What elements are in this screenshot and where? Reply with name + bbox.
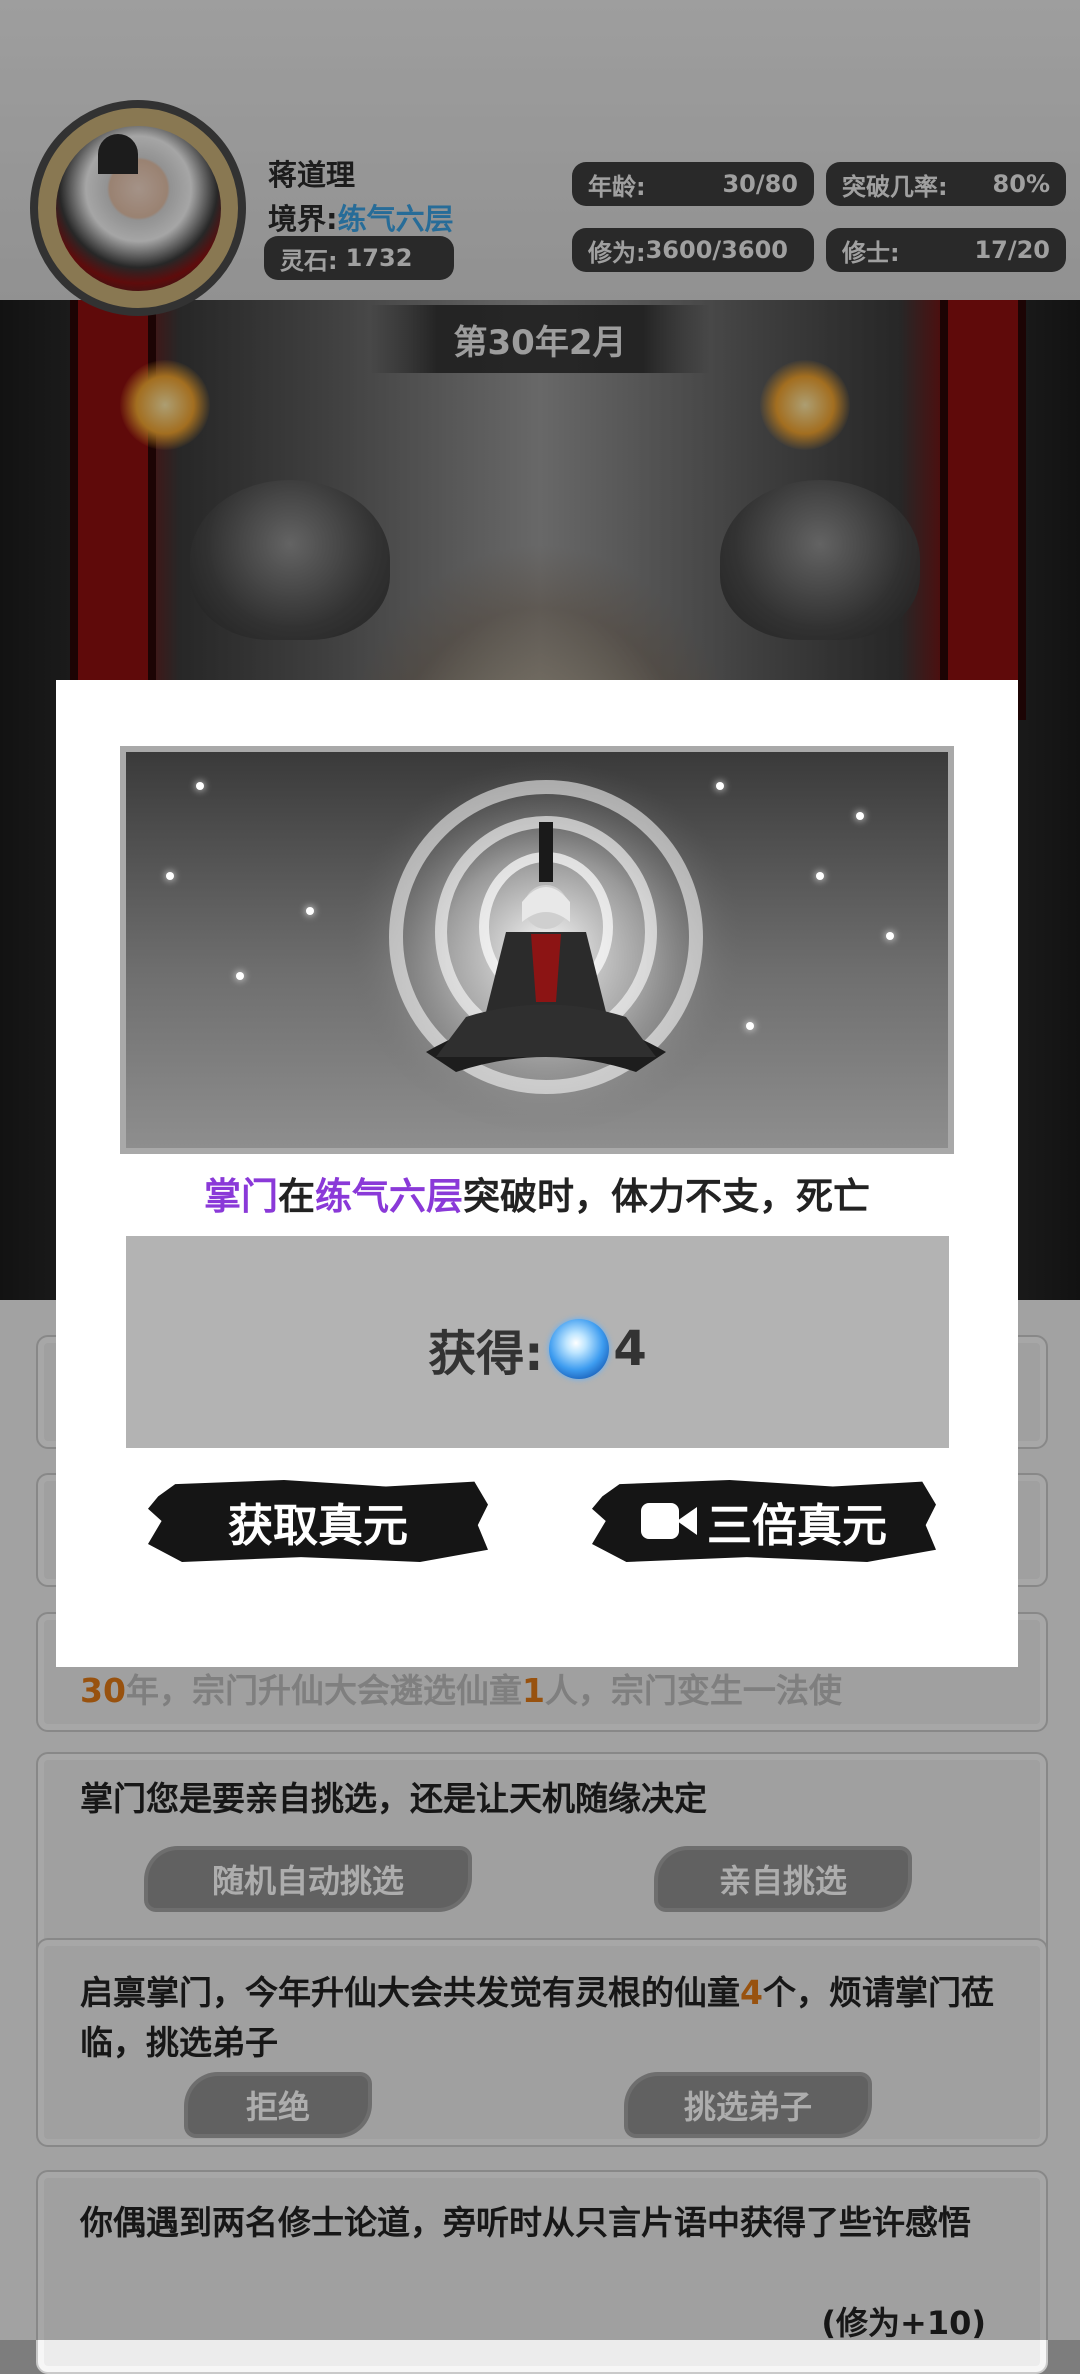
get-true-essence-button[interactable]: 获取真元	[148, 1480, 488, 1562]
event-outcome: 突破时，体力不支，死亡	[463, 1175, 870, 1218]
triple-true-essence-label: 三倍真元	[706, 1498, 887, 1552]
event-realm: 练气六层	[315, 1175, 463, 1218]
sparkle	[816, 872, 824, 880]
sparkle	[856, 812, 864, 820]
spirit-orb-icon	[549, 1319, 610, 1379]
sparkle	[196, 782, 204, 790]
spirit-vortex	[346, 752, 746, 1132]
sparkle	[886, 932, 894, 940]
sparkle	[746, 1022, 754, 1030]
sparkle	[716, 782, 724, 790]
reward-value: 4	[613, 1321, 647, 1377]
video-camera-icon	[640, 1501, 697, 1541]
triple-true-essence-button[interactable]: 三倍真元	[592, 1480, 936, 1562]
sparkle	[306, 907, 314, 915]
meditation-illustration	[120, 746, 954, 1154]
breakthrough-result-modal: 掌门在练气六层突破时，体力不支，死亡 获得: 4 获取真元 三倍真元	[56, 680, 1018, 1667]
sparkle	[236, 972, 244, 980]
reward-label: 获得:	[428, 1326, 544, 1382]
get-true-essence-label: 获取真元	[227, 1498, 408, 1552]
event-subject: 掌门	[204, 1175, 278, 1218]
reward-panel: 获得: 4	[126, 1236, 949, 1448]
sparkle	[166, 872, 174, 880]
event-message: 掌门在练气六层突破时，体力不支，死亡	[204, 1175, 870, 1218]
reward-row: 获得: 4	[126, 1314, 949, 1384]
